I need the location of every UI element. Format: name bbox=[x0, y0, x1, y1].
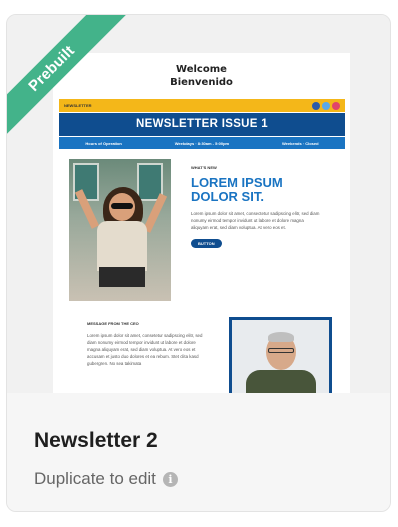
ceo-glasses bbox=[268, 348, 294, 353]
email-preview: Welcome Bienvenido NEWSLETTER NEWSLETTER… bbox=[53, 53, 350, 393]
ceo-message-body: Lorem ipsum dolor sit amet, consetetur s… bbox=[87, 333, 203, 366]
ceo-hair bbox=[268, 332, 294, 342]
newsletter-title: NEWSLETTER ISSUE 1 bbox=[59, 113, 345, 136]
headline-line-2: DOLOR SIT. bbox=[191, 189, 264, 204]
email-welcome: Welcome Bienvenido bbox=[53, 63, 350, 89]
nav-item-hours: Hours of Operation bbox=[85, 140, 122, 146]
nav-item-weekends: Weekends · Closed bbox=[281, 140, 319, 146]
top-bar-label: NEWSLETTER bbox=[64, 103, 92, 108]
template-card[interactable]: Prebuilt Welcome Bienvenido NEWSLETTER N… bbox=[6, 14, 391, 512]
nav-item-weekdays: Weekdays · 8:30am - 5:00pm bbox=[174, 140, 230, 146]
email-top-bar: NEWSLETTER bbox=[59, 99, 345, 112]
headline-line-1: LOREM IPSUM bbox=[191, 175, 283, 190]
twitter-icon bbox=[322, 101, 330, 110]
template-preview[interactable]: Prebuilt Welcome Bienvenido NEWSLETTER N… bbox=[7, 15, 390, 393]
photo-sunglasses bbox=[111, 203, 133, 209]
photo-shorts bbox=[99, 267, 145, 287]
article-kicker: WHAT'S NEW bbox=[191, 165, 217, 170]
facebook-icon bbox=[312, 101, 320, 110]
template-name: Newsletter 2 bbox=[34, 429, 158, 452]
welcome-line-2: Bienvenido bbox=[170, 77, 233, 88]
welcome-line-1: Welcome bbox=[176, 64, 227, 75]
card-info: Newsletter 2 Duplicate to edit i bbox=[7, 393, 390, 511]
duplicate-hint: Duplicate to edit bbox=[34, 469, 156, 488]
article-headline: LOREM IPSUM DOLOR SIT. bbox=[191, 176, 321, 204]
ceo-message: MESSAGE FROM THE CEO Lorem ipsum dolor s… bbox=[87, 321, 207, 367]
email-nav-bar: Hours of Operation Weekdays · 8:30am - 5… bbox=[59, 137, 345, 149]
email-cta-button: BUTTON bbox=[191, 239, 222, 248]
ceo-shirt bbox=[246, 370, 316, 393]
ceo-photo bbox=[229, 317, 332, 393]
photo-top bbox=[97, 221, 147, 271]
hero-photo bbox=[69, 159, 171, 301]
feature-article: WHAT'S NEW LOREM IPSUM DOLOR SIT. Lorem … bbox=[191, 165, 321, 250]
social-icons bbox=[312, 101, 340, 110]
ceo-message-label: MESSAGE FROM THE CEO bbox=[87, 321, 139, 326]
article-body: Lorem ipsum dolor sit amet, consectetur … bbox=[191, 211, 320, 230]
card-subline: Duplicate to edit i bbox=[34, 469, 178, 489]
instagram-icon bbox=[332, 101, 340, 110]
info-icon[interactable]: i bbox=[162, 471, 178, 487]
